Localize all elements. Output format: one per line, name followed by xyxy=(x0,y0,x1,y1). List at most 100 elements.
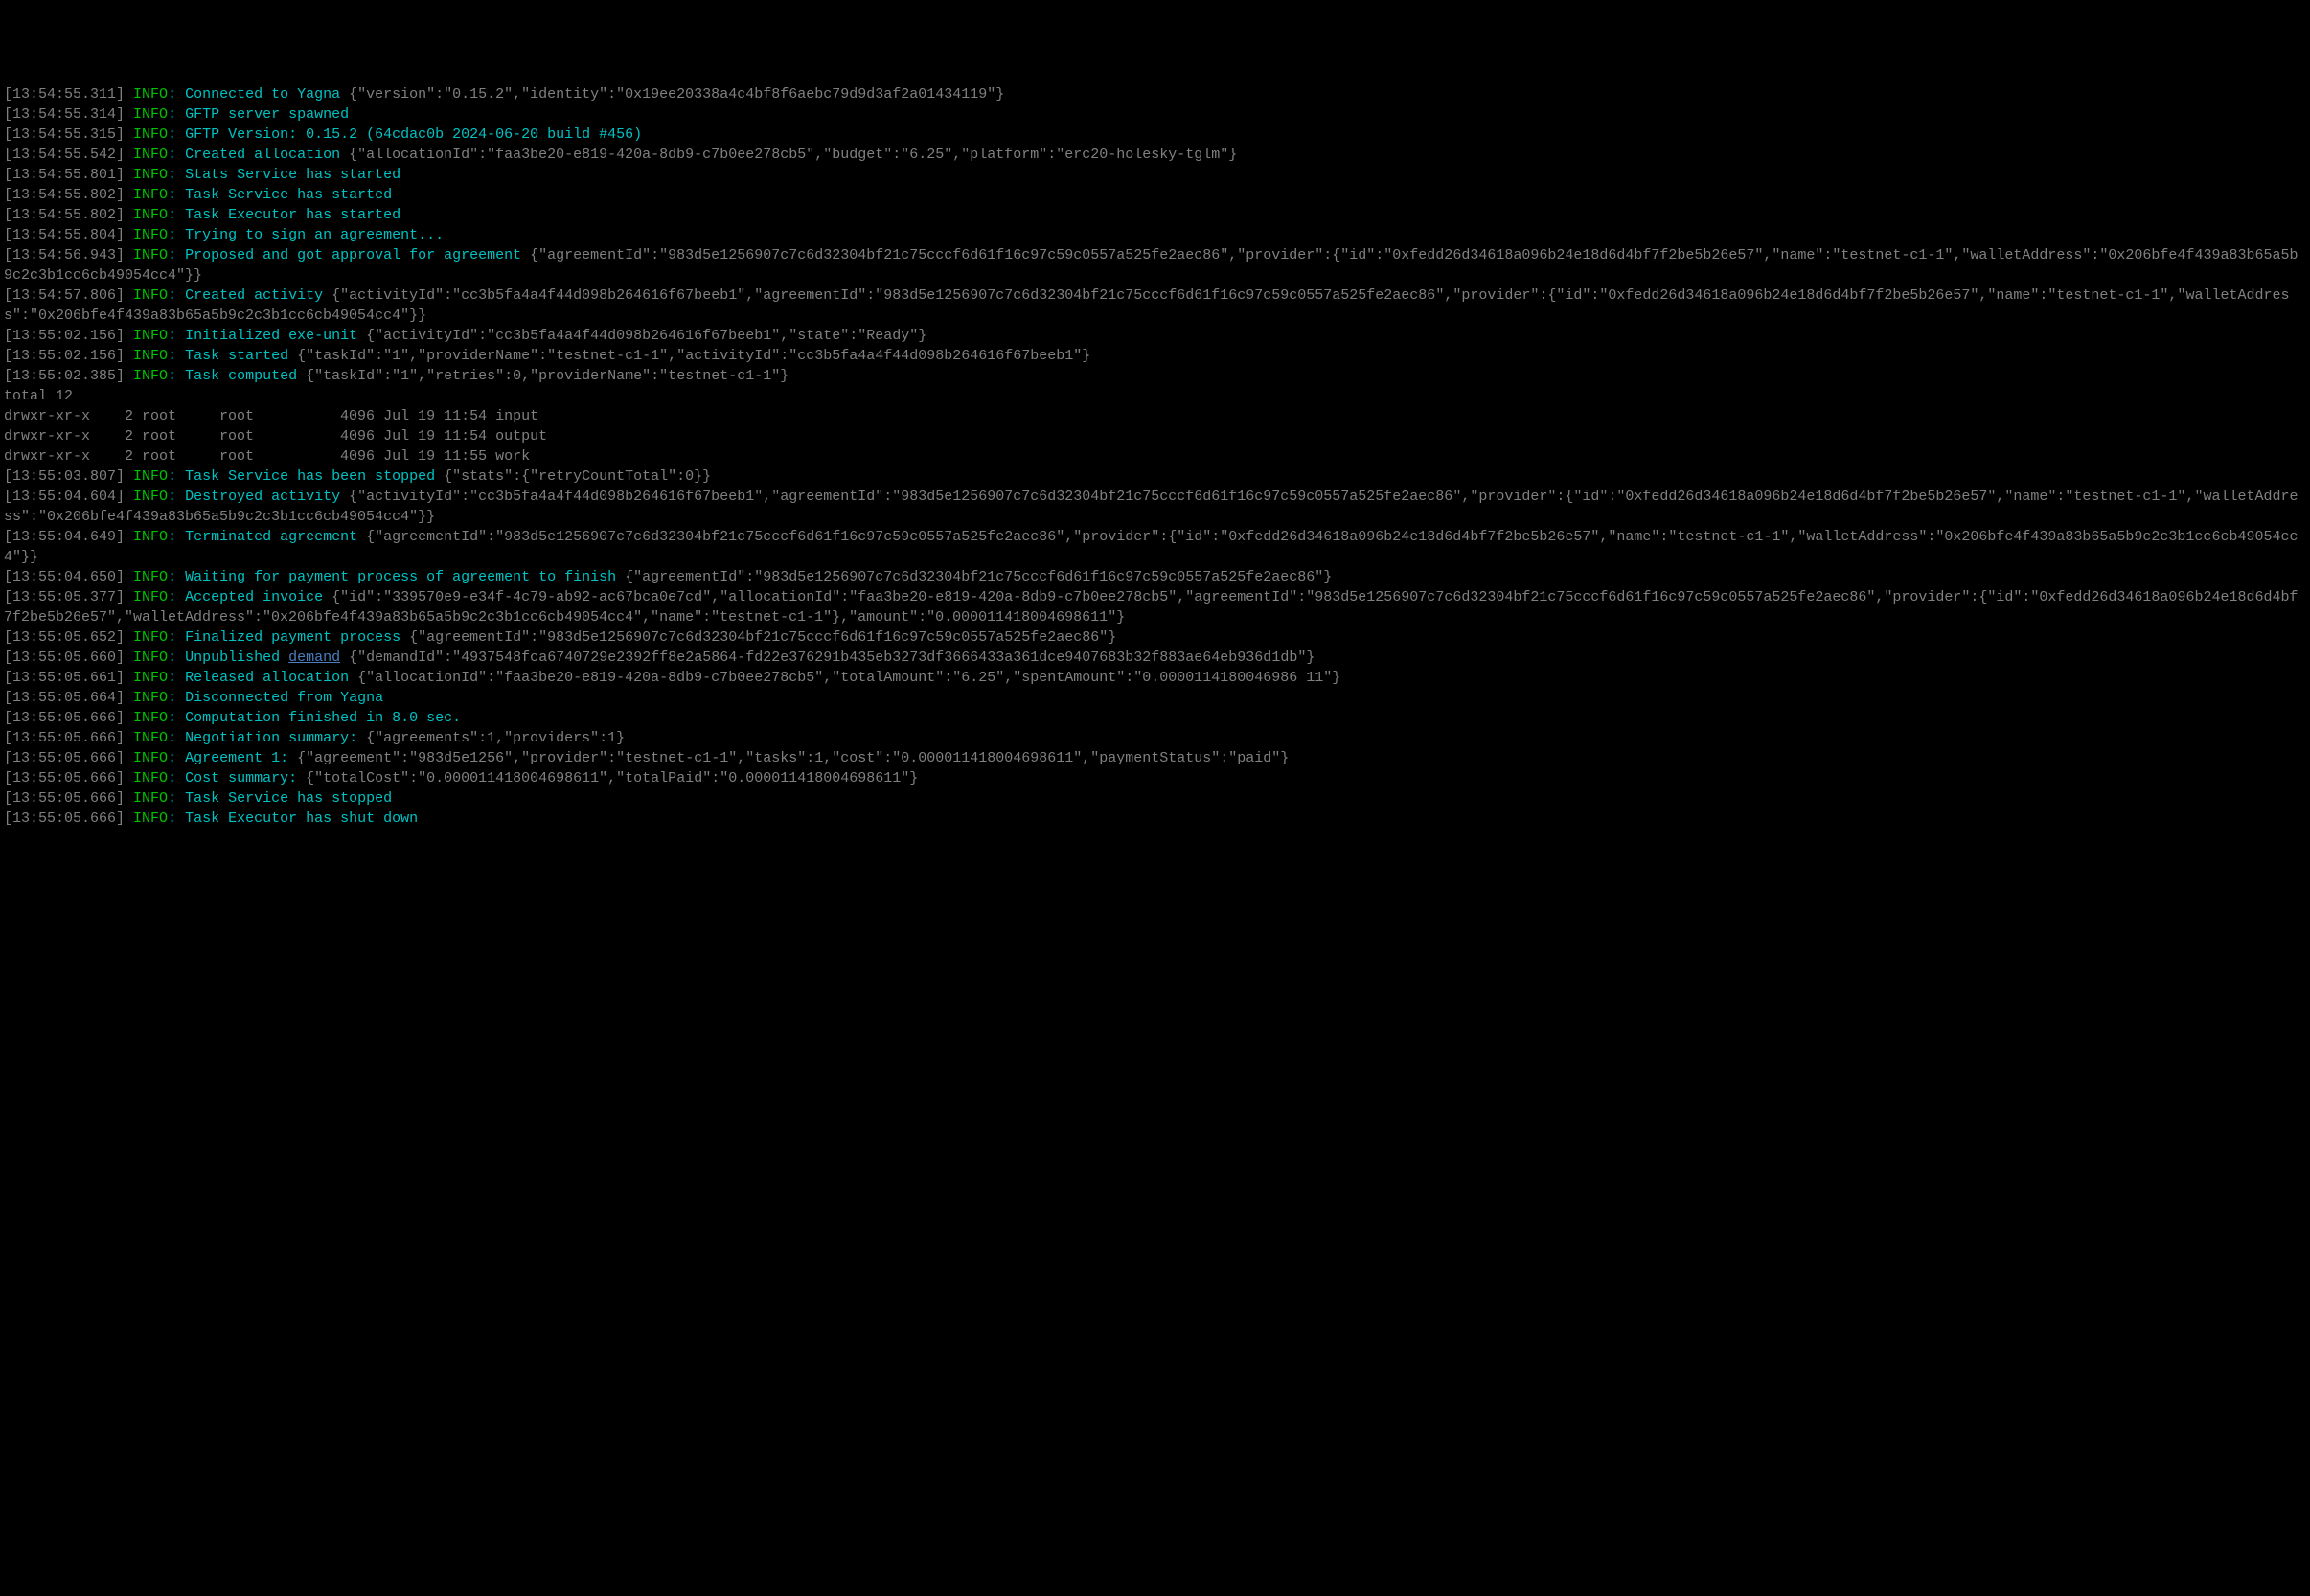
log-level: INFO xyxy=(133,710,168,726)
log-link[interactable]: demand xyxy=(288,650,340,666)
log-line: [13:54:55.311] INFO: Connected to Yagna … xyxy=(4,84,2306,104)
log-message: Task computed xyxy=(185,368,297,384)
log-message: Task Executor has started xyxy=(185,207,400,223)
timestamp: [13:55:04.649] xyxy=(4,529,125,545)
log-message: Task Executor has shut down xyxy=(185,810,418,827)
log-message: Proposed and got approval for agreement xyxy=(185,247,521,263)
separator-colon: : xyxy=(168,790,185,807)
log-level: INFO xyxy=(133,730,168,746)
log-line: [13:55:05.660] INFO: Unpublished demand … xyxy=(4,648,2306,668)
timestamp: [13:55:02.385] xyxy=(4,368,125,384)
terminal-log-output: [13:54:55.311] INFO: Connected to Yagna … xyxy=(4,84,2306,829)
timestamp: [13:55:05.666] xyxy=(4,770,125,787)
separator-colon: : xyxy=(168,489,185,505)
log-message: Created allocation xyxy=(185,147,340,163)
log-line: [13:55:03.807] INFO: Task Service has be… xyxy=(4,467,2306,487)
separator-colon: : xyxy=(168,629,185,646)
log-level: INFO xyxy=(133,187,168,203)
separator-colon: : xyxy=(168,106,185,123)
raw-output: drwxr-xr-x 2 root root 4096 Jul 19 11:55… xyxy=(4,448,530,465)
log-line: [13:55:04.649] INFO: Terminated agreemen… xyxy=(4,527,2306,567)
raw-output: drwxr-xr-x 2 root root 4096 Jul 19 11:54… xyxy=(4,408,538,424)
log-message: Task started xyxy=(185,348,288,364)
separator-colon: : xyxy=(168,650,185,666)
separator-colon: : xyxy=(168,589,185,605)
log-json-payload: {"stats":{"retryCountTotal":0}} xyxy=(444,468,711,485)
log-message: Terminated agreement xyxy=(185,529,357,545)
log-json-payload: {"demandId":"4937548fca6740729e2392ff8e2… xyxy=(349,650,1315,666)
log-line: [13:55:05.652] INFO: Finalized payment p… xyxy=(4,627,2306,648)
separator-colon: : xyxy=(168,167,185,183)
separator-colon: : xyxy=(168,770,185,787)
timestamp: [13:55:05.664] xyxy=(4,690,125,706)
timestamp: [13:55:02.156] xyxy=(4,348,125,364)
log-message: GFTP Version: 0.15.2 (64cdac0b 2024-06-2… xyxy=(185,126,642,143)
log-message: Agreement 1: xyxy=(185,750,288,766)
log-line: [13:54:55.802] INFO: Task Executor has s… xyxy=(4,205,2306,225)
log-level: INFO xyxy=(133,147,168,163)
log-line: [13:55:05.666] INFO: Task Executor has s… xyxy=(4,809,2306,829)
log-line: [13:54:55.801] INFO: Stats Service has s… xyxy=(4,165,2306,185)
log-message: Waiting for payment process of agreement… xyxy=(185,569,616,585)
log-line: [13:55:05.666] INFO: Cost summary: {"tot… xyxy=(4,768,2306,788)
log-message: Initialized exe-unit xyxy=(185,328,357,344)
log-line: [13:55:04.604] INFO: Destroyed activity … xyxy=(4,487,2306,527)
log-json-payload: {"agreement":"983d5e1256","provider":"te… xyxy=(297,750,1289,766)
log-line: [13:55:05.666] INFO: Agreement 1: {"agre… xyxy=(4,748,2306,768)
log-message: Computation finished in 8.0 sec. xyxy=(185,710,461,726)
separator-colon: : xyxy=(168,147,185,163)
separator-colon: : xyxy=(168,690,185,706)
log-level: INFO xyxy=(133,589,168,605)
log-message: Task Service has started xyxy=(185,187,392,203)
separator-colon: : xyxy=(168,750,185,766)
timestamp: [13:55:04.650] xyxy=(4,569,125,585)
log-level: INFO xyxy=(133,207,168,223)
timestamp: [13:55:05.377] xyxy=(4,589,125,605)
separator-colon: : xyxy=(168,86,185,103)
log-line: [13:55:05.664] INFO: Disconnected from Y… xyxy=(4,688,2306,708)
log-level: INFO xyxy=(133,569,168,585)
log-json-payload: {"taskId":"1","retries":0,"providerName"… xyxy=(306,368,789,384)
separator-colon: : xyxy=(168,287,185,304)
timestamp: [13:54:57.806] xyxy=(4,287,125,304)
separator-colon: : xyxy=(168,529,185,545)
log-level: INFO xyxy=(133,227,168,243)
log-line: drwxr-xr-x 2 root root 4096 Jul 19 11:55… xyxy=(4,446,2306,467)
log-level: INFO xyxy=(133,629,168,646)
log-level: INFO xyxy=(133,368,168,384)
log-line: total 12 xyxy=(4,386,2306,406)
timestamp: [13:55:05.666] xyxy=(4,810,125,827)
log-level: INFO xyxy=(133,167,168,183)
log-message: Accepted invoice xyxy=(185,589,323,605)
log-json-payload: {"taskId":"1","providerName":"testnet-c1… xyxy=(297,348,1090,364)
log-json-payload: {"agreementId":"983d5e1256907c7c6d32304b… xyxy=(409,629,1116,646)
raw-output: total 12 xyxy=(4,388,73,404)
log-level: INFO xyxy=(133,247,168,263)
log-line: [13:55:05.666] INFO: Negotiation summary… xyxy=(4,728,2306,748)
log-line: [13:55:02.385] INFO: Task computed {"tas… xyxy=(4,366,2306,386)
timestamp: [13:55:03.807] xyxy=(4,468,125,485)
log-level: INFO xyxy=(133,810,168,827)
separator-colon: : xyxy=(168,126,185,143)
log-message: Released allocation xyxy=(185,670,349,686)
log-line: drwxr-xr-x 2 root root 4096 Jul 19 11:54… xyxy=(4,406,2306,426)
timestamp: [13:55:05.661] xyxy=(4,670,125,686)
log-line: [13:55:04.650] INFO: Waiting for payment… xyxy=(4,567,2306,587)
log-line: [13:55:05.666] INFO: Computation finishe… xyxy=(4,708,2306,728)
log-level: INFO xyxy=(133,468,168,485)
separator-colon: : xyxy=(168,207,185,223)
log-level: INFO xyxy=(133,670,168,686)
log-line: [13:54:55.314] INFO: GFTP server spawned xyxy=(4,104,2306,125)
separator-colon: : xyxy=(168,348,185,364)
separator-colon: : xyxy=(168,810,185,827)
timestamp: [13:54:55.542] xyxy=(4,147,125,163)
timestamp: [13:55:04.604] xyxy=(4,489,125,505)
log-message: Stats Service has started xyxy=(185,167,400,183)
log-json-payload: {"activityId":"cc3b5fa4a4f44d098b264616f… xyxy=(4,287,2289,324)
log-json-payload: {"allocationId":"faa3be20-e819-420a-8db9… xyxy=(349,147,1237,163)
log-line: [13:54:55.802] INFO: Task Service has st… xyxy=(4,185,2306,205)
log-level: INFO xyxy=(133,287,168,304)
log-level: INFO xyxy=(133,489,168,505)
separator-colon: : xyxy=(168,710,185,726)
separator-colon: : xyxy=(168,730,185,746)
